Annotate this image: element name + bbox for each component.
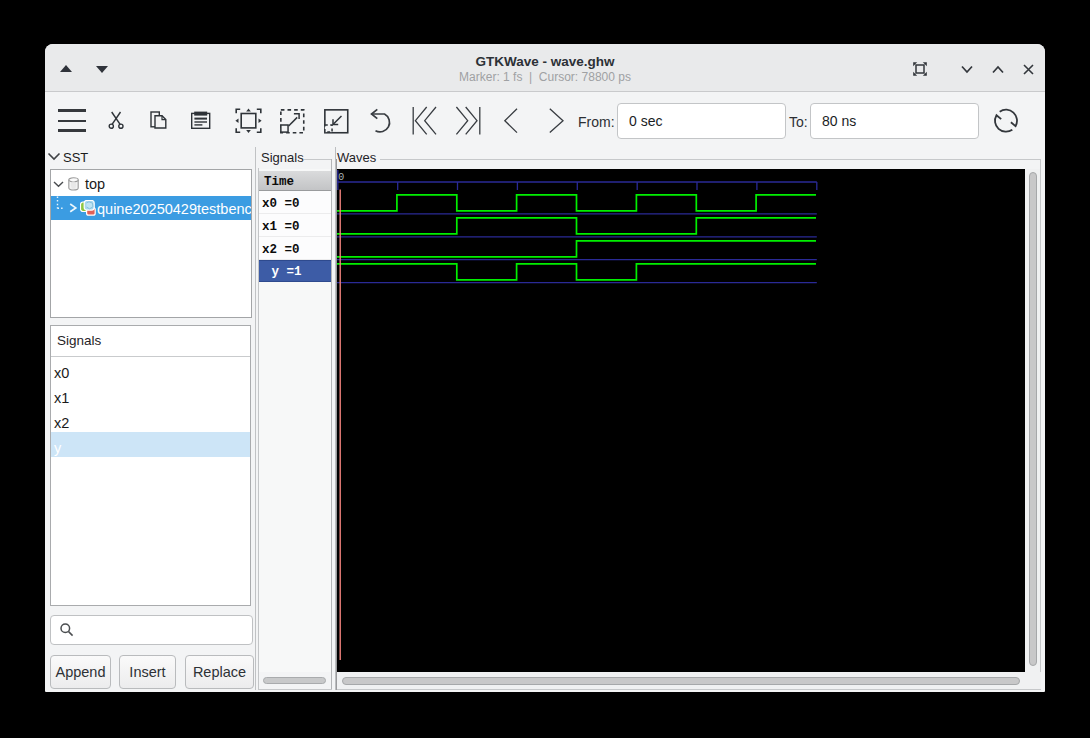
svg-text:0: 0 <box>338 171 344 183</box>
